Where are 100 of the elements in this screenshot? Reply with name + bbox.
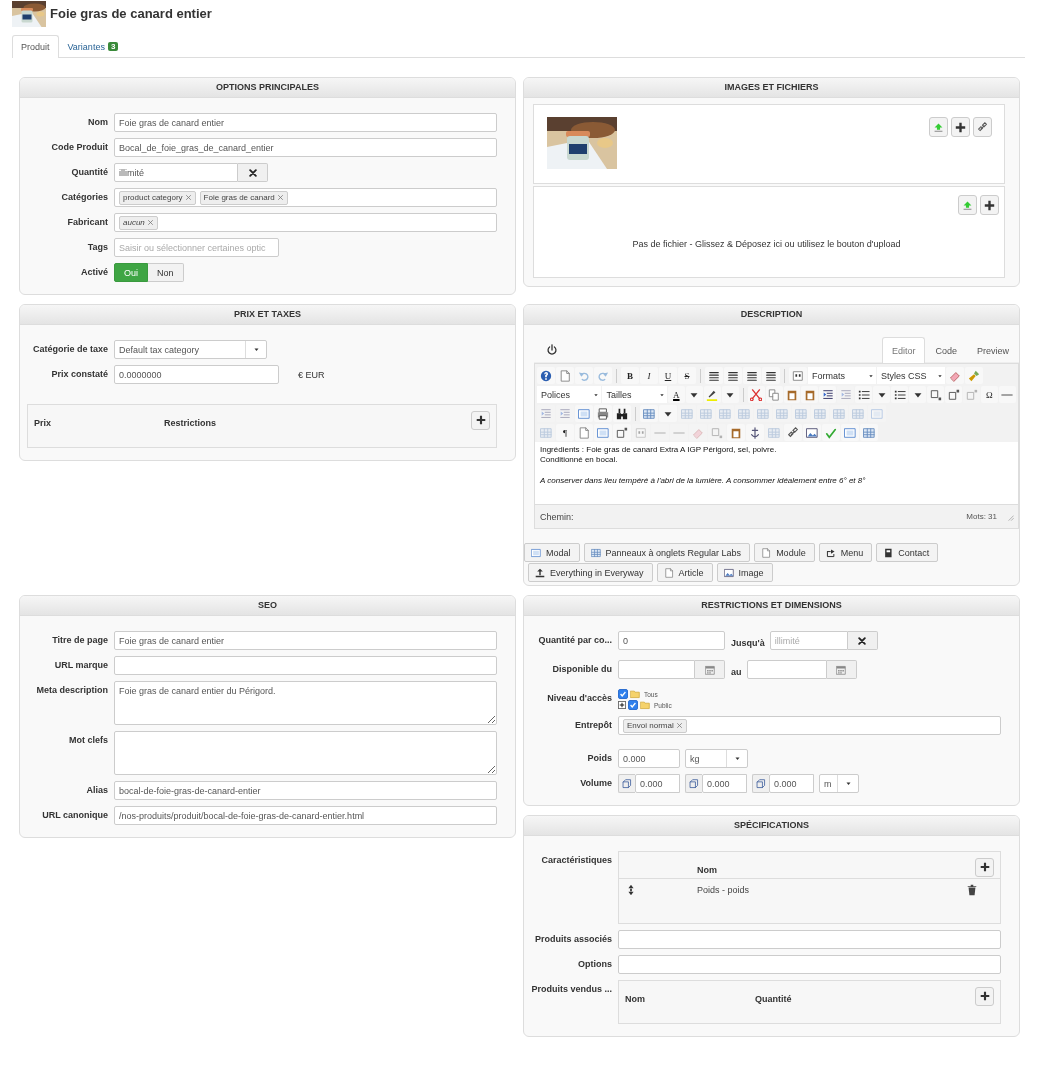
plugin-button[interactable]: Article [656, 563, 713, 582]
frame-icon[interactable] [844, 426, 856, 439]
text-field[interactable]: Saisir ou sélectionner certaines optic [114, 238, 279, 257]
list-icon[interactable] [857, 388, 870, 401]
text-field[interactable] [618, 930, 1001, 949]
page-icon[interactable] [578, 426, 590, 439]
format-button[interactable]: ¶ [556, 424, 574, 441]
format-button[interactable]: I [640, 367, 658, 384]
clear-button[interactable] [847, 631, 878, 650]
calendar-button[interactable] [826, 660, 857, 679]
checkbox[interactable] [628, 700, 638, 710]
quote-icon[interactable] [792, 369, 804, 382]
quantity-field[interactable]: 0 [618, 631, 725, 650]
help-icon[interactable] [540, 369, 552, 382]
editor-tab[interactable]: Code [925, 337, 967, 362]
text-field[interactable]: Bocal_de_foie_gras_de_canard_entier [114, 138, 497, 157]
date-field[interactable] [746, 660, 827, 679]
format-button[interactable]: B [621, 367, 639, 384]
link-icon[interactable] [787, 426, 799, 439]
tab[interactable]: Produit [12, 35, 59, 58]
toggle-option[interactable]: Non [148, 263, 184, 282]
expand-icon[interactable] [618, 701, 626, 709]
superscript-icon[interactable] [947, 388, 960, 401]
clipboard-icon[interactable] [785, 388, 798, 401]
plugin-button[interactable]: Image [716, 563, 773, 582]
text-align-icon[interactable] [746, 369, 758, 382]
plugin-button[interactable]: Module [754, 543, 815, 562]
checkbox[interactable] [618, 689, 628, 699]
toolbar-dropdown[interactable]: Formats [808, 367, 876, 384]
dimension-field[interactable]: 0.000 [635, 774, 680, 793]
text-area[interactable]: Foie gras de canard entier du Périgord. [114, 681, 497, 725]
superscript-icon[interactable] [616, 426, 628, 439]
table-icon[interactable] [863, 426, 875, 439]
format-button[interactable]: Ω [981, 386, 998, 403]
plugin-button[interactable]: Panneaux à onglets Regular Labs [583, 543, 751, 562]
unit-select[interactable]: m [819, 774, 859, 793]
tag-chip[interactable]: Envoi normal [623, 718, 687, 733]
page-icon[interactable] [559, 369, 571, 382]
add-button[interactable] [975, 857, 994, 877]
add-button[interactable] [975, 986, 994, 1006]
add-button[interactable] [951, 117, 970, 137]
add-button[interactable] [471, 410, 490, 430]
dimension-field[interactable]: 0.000 [769, 774, 814, 793]
tag-chip[interactable]: aucun [119, 215, 158, 230]
list-icon[interactable] [893, 388, 906, 401]
indent-icon[interactable] [821, 388, 834, 401]
tag-chip[interactable]: Foie gras de canard [199, 190, 288, 205]
highlighter-icon[interactable] [706, 388, 719, 401]
check-icon[interactable] [825, 426, 837, 439]
text-field[interactable] [618, 955, 1001, 974]
binoculars-icon[interactable] [616, 407, 628, 420]
trash-icon[interactable] [966, 884, 978, 896]
table-icon[interactable] [643, 407, 655, 420]
text-field[interactable]: bocal-de-foie-gras-de-canard-entier [114, 781, 497, 800]
plugin-button[interactable]: Modal [524, 543, 580, 562]
weight-field[interactable]: 0.000 [618, 749, 680, 768]
tag-field[interactable]: Envoi normal [618, 716, 1001, 735]
anchor-icon[interactable] [749, 426, 761, 439]
toolbar-dropdown[interactable]: Tailles [602, 386, 667, 403]
quantity-field[interactable]: illimité [769, 631, 848, 650]
brush-icon[interactable] [968, 369, 980, 382]
toolbar-dropdown[interactable]: Polices [537, 386, 602, 403]
copy-icon[interactable] [768, 388, 780, 401]
text-align-icon[interactable] [727, 369, 739, 382]
subscript-icon[interactable] [929, 388, 942, 401]
text-field[interactable]: /nos-produits/produit/bocal-de-foie-gras-de-canard-entier.html [114, 806, 497, 825]
quantity-field[interactable]: illimité [114, 163, 238, 182]
image-icon[interactable] [806, 426, 818, 439]
toolbar-dropdown[interactable]: Styles CSS [877, 367, 945, 384]
text-field[interactable]: Foie gras de canard entier [114, 631, 497, 650]
editor-tab[interactable]: Editor [881, 337, 926, 363]
tab[interactable]: Variantes 3 [58, 35, 128, 57]
tag-chip[interactable]: product category [119, 190, 196, 205]
clipboard-icon[interactable] [730, 426, 742, 439]
power-icon[interactable] [546, 344, 558, 356]
date-field[interactable] [618, 660, 695, 679]
plugin-button[interactable]: Everything in Everyway [528, 563, 653, 582]
format-button[interactable]: S [678, 367, 696, 384]
format-button[interactable]: U [659, 367, 677, 384]
tag-field[interactable]: product category Foie gras de canard [114, 188, 497, 207]
frame-icon[interactable] [597, 426, 609, 439]
text-align-icon[interactable] [765, 369, 777, 382]
text-field[interactable]: 0.0000000 [114, 365, 279, 384]
editor-tab[interactable]: Preview [967, 337, 1019, 362]
format-button[interactable]: A [667, 386, 685, 403]
clear-button[interactable] [238, 163, 268, 182]
text-area[interactable] [114, 731, 497, 775]
select-field[interactable]: Default tax category [114, 340, 267, 359]
printer-icon[interactable] [597, 407, 609, 420]
plugin-button[interactable]: Contact [876, 543, 939, 562]
text-field[interactable] [114, 656, 497, 675]
frame-icon[interactable] [578, 407, 590, 420]
calendar-button[interactable] [695, 660, 725, 679]
tag-field[interactable]: aucun [114, 213, 497, 232]
clipboard-icon[interactable] [803, 388, 816, 401]
text-align-icon[interactable] [708, 369, 720, 382]
eraser-icon[interactable] [949, 369, 961, 382]
link-button[interactable] [973, 117, 992, 137]
unit-select[interactable]: kg [685, 749, 748, 768]
scissors-icon[interactable] [750, 388, 763, 401]
